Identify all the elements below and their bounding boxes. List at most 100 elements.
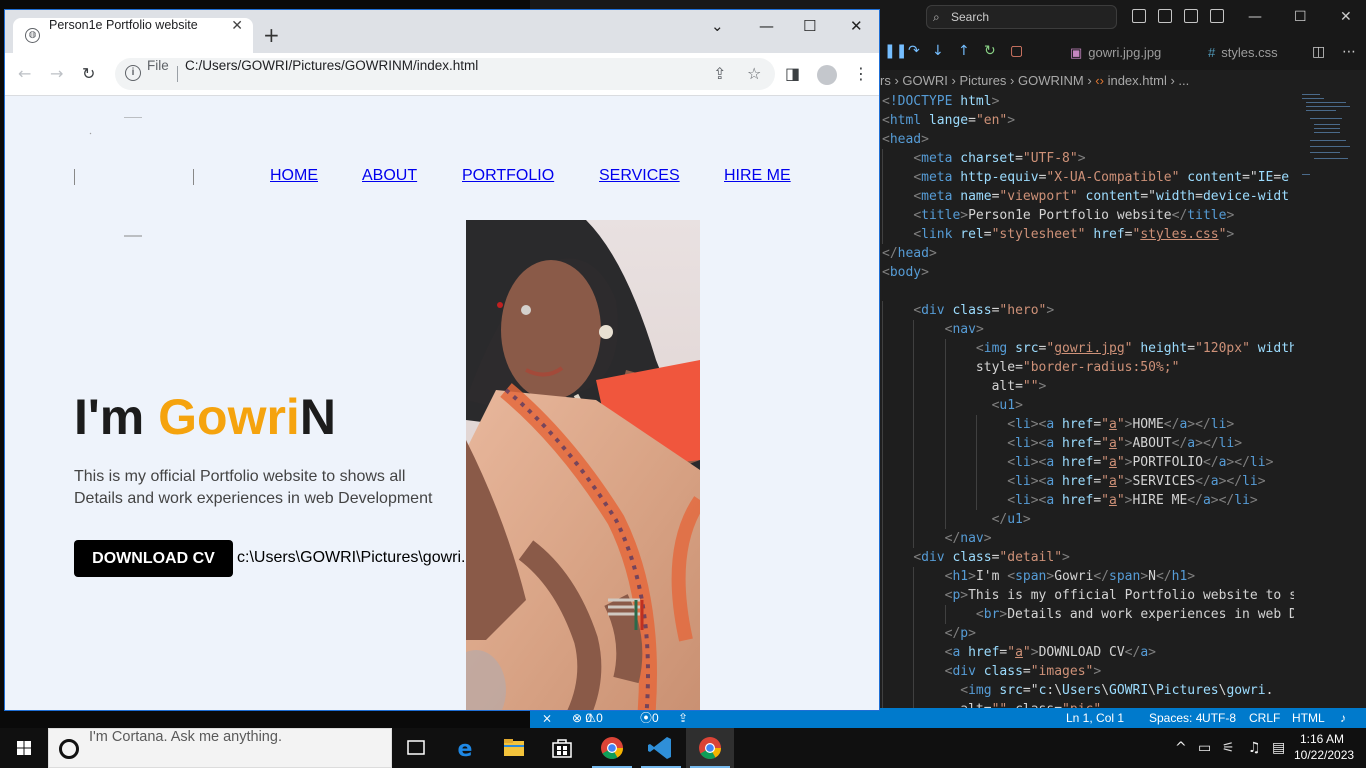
close-tab-icon[interactable]: ✕ bbox=[231, 18, 243, 34]
toggle-secondary-sidebar-icon[interactable] bbox=[1184, 9, 1198, 23]
code-line[interactable]: </head> bbox=[882, 244, 1294, 263]
code-line[interactable]: </nav> bbox=[882, 529, 1294, 548]
code-line[interactable]: <head> bbox=[882, 130, 1294, 149]
reload-icon[interactable]: ↻ bbox=[82, 63, 95, 85]
url-text[interactable]: C:/Users/GOWRI/Pictures/GOWRINM/index.ht… bbox=[185, 58, 478, 73]
breadcrumb-item[interactable]: GOWRI bbox=[902, 73, 948, 88]
code-line[interactable]: <p>This is my official Portfolio website… bbox=[882, 586, 1294, 605]
code-line[interactable]: <div class="images"> bbox=[882, 662, 1294, 681]
toggle-primary-sidebar-icon[interactable] bbox=[1132, 9, 1146, 23]
back-icon[interactable]: ← bbox=[18, 63, 31, 85]
code-line[interactable]: <li><a href="a">SERVICES</a></li> bbox=[882, 472, 1294, 491]
breadcrumb-item[interactable]: Pictures bbox=[959, 73, 1006, 88]
toggle-panel-icon[interactable] bbox=[1158, 9, 1172, 23]
code-line[interactable]: <li><a href="a">PORTFOLIO</a></li> bbox=[882, 453, 1294, 472]
forward-icon[interactable]: → bbox=[50, 63, 63, 85]
breadcrumb-item[interactable]: rs bbox=[880, 73, 891, 88]
breadcrumb-item[interactable]: GOWRINM bbox=[1018, 73, 1084, 88]
system-clock[interactable]: 1:16 AM 10/22/2023 bbox=[1294, 731, 1354, 763]
split-editor-icon[interactable]: ◫ bbox=[1312, 43, 1325, 61]
encoding[interactable]: UTF-8 bbox=[1202, 708, 1236, 728]
tab-search-chevron-icon[interactable]: ⌄ bbox=[711, 16, 724, 36]
edge-taskbar-button[interactable]: e bbox=[441, 728, 489, 768]
code-line[interactable]: <meta charset="UTF-8"> bbox=[882, 149, 1294, 168]
browser-tab[interactable]: ◍ Person1e Portfolio website ✕ bbox=[13, 18, 253, 53]
code-line[interactable]: <img src="gowri.jpg" height="120px" widt… bbox=[882, 339, 1294, 358]
code-line[interactable]: </u1> bbox=[882, 510, 1294, 529]
bookmark-star-icon[interactable]: ☆ bbox=[747, 64, 761, 84]
battery-icon[interactable]: ▭ bbox=[1198, 738, 1211, 758]
code-line[interactable]: <h1>I'm <span>Gowri</span>N</h1> bbox=[882, 567, 1294, 586]
nav-link-services[interactable]: SERVICES bbox=[599, 166, 680, 186]
live-share-icon[interactable]: ⇪ bbox=[678, 708, 688, 728]
code-line[interactable]: <meta http-equiv="X-UA-Compatible" conte… bbox=[882, 168, 1294, 187]
nav-link-about[interactable]: ABOUT bbox=[362, 166, 417, 186]
code-line[interactable]: <u1> bbox=[882, 396, 1294, 415]
info-icon[interactable]: i bbox=[125, 65, 141, 81]
minimize-icon[interactable]: — bbox=[1248, 8, 1262, 26]
ports-indicator[interactable]: ⦿ 0 bbox=[640, 708, 659, 728]
code-line[interactable]: <!DOCTYPE html> bbox=[882, 92, 1294, 111]
share-icon[interactable]: ⇪ bbox=[713, 64, 726, 84]
code-line[interactable]: <a href="a">DOWNLOAD CV</a> bbox=[882, 643, 1294, 662]
volume-icon[interactable]: ♫ bbox=[1248, 738, 1261, 758]
problems-indicator[interactable]: ⊗ 0 ⚠ 0 bbox=[572, 708, 603, 728]
line-ending[interactable]: CRLF bbox=[1249, 708, 1280, 728]
code-line[interactable]: <br>Details and work experiences in web … bbox=[882, 605, 1294, 624]
nav-link-portfolio[interactable]: PORTFOLIO bbox=[462, 166, 554, 186]
close-window-icon[interactable]: ✕ bbox=[850, 16, 863, 36]
minimize-icon[interactable]: — bbox=[759, 16, 774, 36]
nav-link-home[interactable]: HOME bbox=[270, 166, 318, 186]
code-line[interactable]: <nav> bbox=[882, 320, 1294, 339]
cursor-position[interactable]: Ln 1, Col 1 bbox=[1066, 708, 1124, 728]
nav-link-hire-me[interactable]: HIRE ME bbox=[724, 166, 791, 186]
stop-icon[interactable]: ▢ bbox=[1010, 43, 1023, 59]
code-line[interactable]: <meta name="viewport" content="width=dev… bbox=[882, 187, 1294, 206]
download-cv-button[interactable]: DOWNLOAD CV bbox=[74, 540, 233, 577]
maximize-icon[interactable]: ☐ bbox=[803, 16, 816, 36]
address-bar[interactable]: i File C:/Users/GOWRI/Pictures/GOWRINM/i… bbox=[115, 58, 775, 90]
code-line[interactable]: <li><a href="a">HIRE ME</a></li> bbox=[882, 491, 1294, 510]
step-out-icon[interactable]: ↑ bbox=[958, 43, 970, 59]
show-hidden-icons-chevron-icon[interactable]: ^ bbox=[1175, 738, 1187, 758]
notifications-bell-icon[interactable]: ♪ bbox=[1340, 708, 1346, 728]
indentation[interactable]: Spaces: 4 bbox=[1149, 708, 1202, 728]
step-into-icon[interactable]: ↓ bbox=[932, 43, 944, 59]
file-explorer-taskbar-button[interactable] bbox=[490, 728, 538, 768]
language-mode[interactable]: HTML bbox=[1292, 708, 1325, 728]
task-view-button[interactable] bbox=[392, 728, 440, 768]
tab-gowri-jpg[interactable]: ▣ gowri.jpg.jpg bbox=[1060, 35, 1161, 70]
remote-icon[interactable]: ⨯ bbox=[542, 708, 552, 728]
close-icon[interactable]: ✕ bbox=[1340, 8, 1352, 26]
step-over-icon[interactable]: ↷ bbox=[908, 43, 920, 59]
code-line[interactable]: alt=""> bbox=[882, 377, 1294, 396]
action-center-icon[interactable]: ▤ bbox=[1272, 738, 1285, 758]
code-line[interactable]: <li><a href="a">ABOUT</a></li> bbox=[882, 434, 1294, 453]
code-line[interactable]: <link rel="stylesheet" href="styles.css"… bbox=[882, 225, 1294, 244]
chrome-active-taskbar-button[interactable] bbox=[686, 728, 734, 768]
restart-icon[interactable]: ↻ bbox=[984, 43, 996, 59]
code-line[interactable]: <li><a href="a">HOME</a></li> bbox=[882, 415, 1294, 434]
code-line[interactable]: <div class="detail"> bbox=[882, 548, 1294, 567]
code-line[interactable]: alt="" class="pic" bbox=[882, 700, 1294, 708]
code-line[interactable] bbox=[882, 282, 1294, 301]
code-line[interactable]: <title>Person1e Portfolio website</title… bbox=[882, 206, 1294, 225]
code-line[interactable]: <img src="c:\Users\GOWRI\Pictures\gowri. bbox=[882, 681, 1294, 700]
code-line[interactable]: <html lange="en"> bbox=[882, 111, 1294, 130]
code-line[interactable]: <div class="hero"> bbox=[882, 301, 1294, 320]
code-line[interactable]: </p> bbox=[882, 624, 1294, 643]
pause-icon[interactable]: ❚❚ bbox=[884, 43, 907, 59]
vscode-taskbar-button[interactable] bbox=[637, 728, 685, 768]
tab-styles-css[interactable]: # styles.css bbox=[1198, 35, 1278, 70]
new-tab-button[interactable]: + bbox=[263, 20, 280, 50]
code-line[interactable]: style="border-radius:50%;" bbox=[882, 358, 1294, 377]
profile-avatar[interactable] bbox=[817, 65, 837, 85]
code-editor[interactable]: <!DOCTYPE html> <html lange="en"> <head> <… bbox=[882, 92, 1294, 708]
command-search-box[interactable]: ⌕ Search bbox=[926, 5, 1117, 29]
menu-kebab-icon[interactable]: ⋮ bbox=[853, 63, 869, 85]
network-disconnected-icon[interactable]: ⚟ bbox=[1222, 738, 1235, 758]
cortana-search-box[interactable]: I'm Cortana. Ask me anything. bbox=[48, 728, 392, 768]
maximize-icon[interactable]: ☐ bbox=[1294, 8, 1307, 26]
store-taskbar-button[interactable] bbox=[538, 728, 586, 768]
minimap[interactable] bbox=[1294, 92, 1366, 708]
